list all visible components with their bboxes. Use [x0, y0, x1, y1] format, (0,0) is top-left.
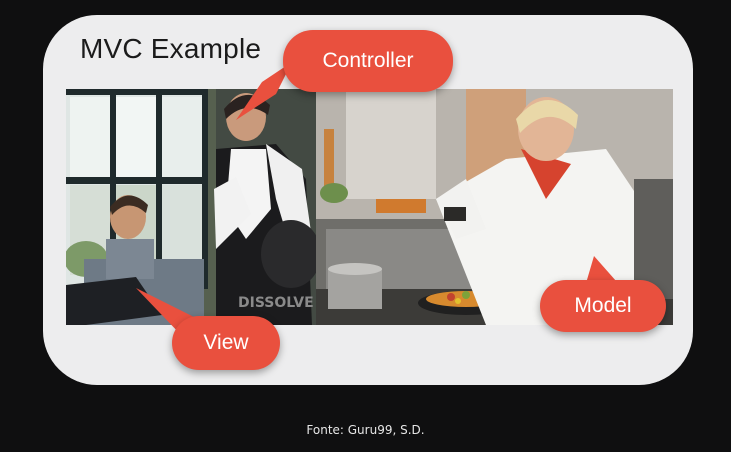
controller-label: Controller — [322, 49, 414, 72]
controller-callout: Controller — [283, 30, 453, 92]
view-callout: View — [172, 316, 280, 370]
view-label: View — [203, 331, 249, 354]
slide-stage: MVC Example DISSOLVE Controller View Mod… — [0, 0, 731, 452]
source-caption: Fonte: Guru99, S.D. — [306, 423, 425, 437]
model-callout: Model — [540, 280, 666, 332]
model-label: Model — [574, 294, 632, 317]
dissolve-watermark: DISSOLVE — [238, 295, 314, 311]
